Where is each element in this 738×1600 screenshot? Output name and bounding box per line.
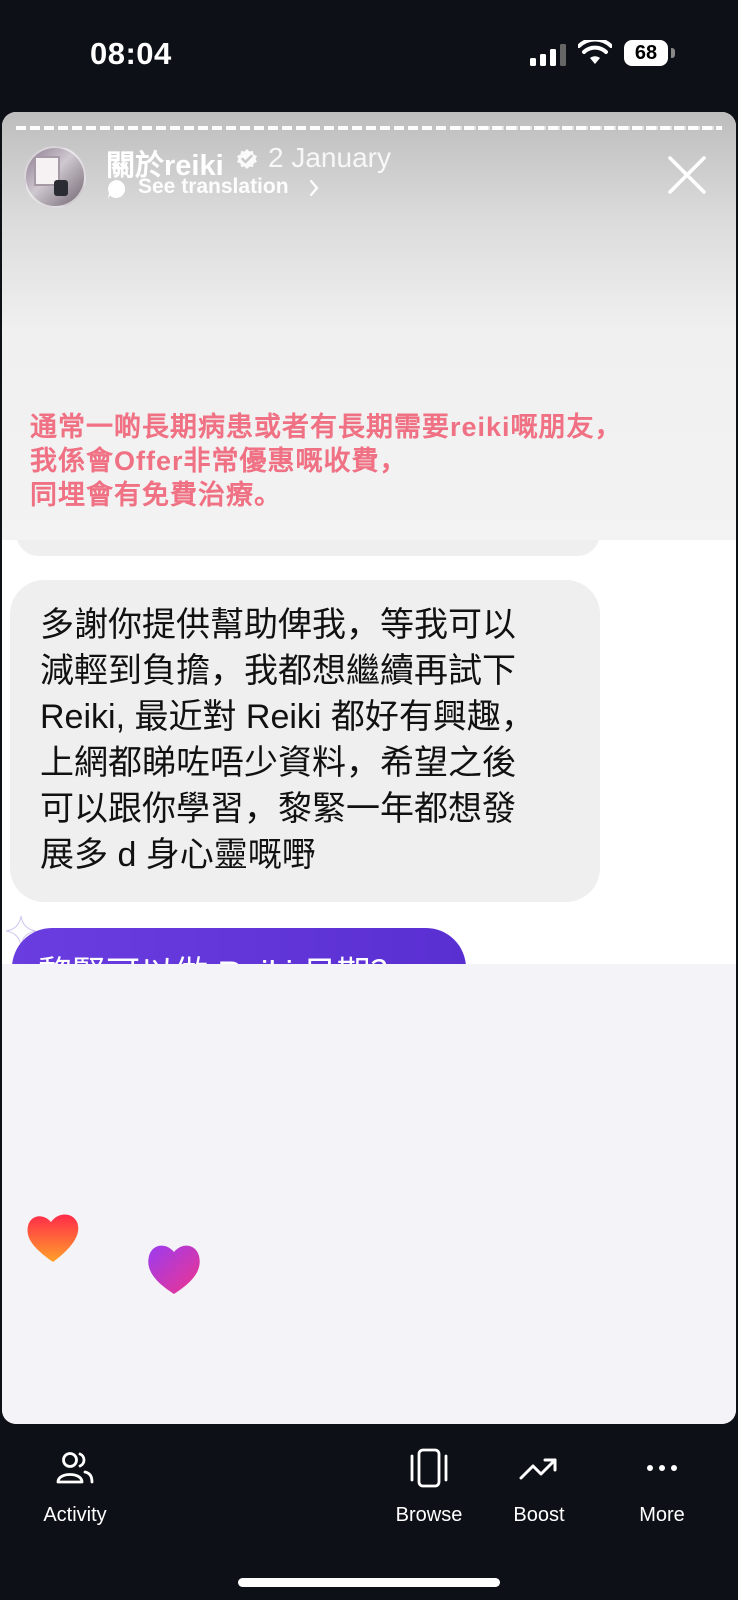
more-icon	[647, 1465, 677, 1471]
message-text: 多謝你提供幫助俾我，等我可以 減輕到負擔，我都想繼續再試下 Reiki, 最近對…	[40, 602, 590, 878]
caption-line: 我係會Offer非常優惠嘅收費，	[30, 446, 408, 476]
battery-icon: 68	[624, 40, 676, 68]
story-caption: 通常一啲長期病患或者有長期需要reiki嘅朋友， 我係會Offer非常優惠嘅收費…	[30, 410, 623, 512]
verified-badge-icon	[237, 149, 257, 169]
browse-button[interactable]: Browse	[374, 1424, 484, 1526]
battery-level: 68	[634, 42, 658, 64]
trending-up-icon	[519, 1458, 557, 1480]
sent-message-text: 黎緊可以做 Reiki 日期？	[38, 946, 404, 964]
caption-line: 通常一啲長期病患或者有長期需要reiki嘅朋友，	[30, 412, 623, 442]
chevron-right-icon	[309, 179, 319, 197]
message-line: 上網都睇咗唔少資料，希望之後	[40, 744, 516, 782]
wifi-icon	[578, 40, 612, 64]
home-indicator[interactable]	[238, 1578, 500, 1587]
post-date: 2 January	[268, 142, 391, 173]
boost-label: Boost	[513, 1504, 565, 1526]
sent-message-bubble: 黎緊可以做 Reiki 日期？	[12, 928, 466, 964]
status-bar: 08:04 68	[0, 0, 738, 110]
story-progress-remaining	[452, 126, 722, 130]
activity-button[interactable]: Activity	[20, 1424, 130, 1526]
story-blank-area	[2, 964, 736, 1424]
activity-label: Activity	[43, 1504, 107, 1526]
message-line: 多謝你提供幫助俾我，等我可以	[40, 606, 516, 644]
more-label: More	[639, 1504, 685, 1526]
avatar[interactable]	[24, 146, 86, 208]
cellular-signal-icon	[530, 44, 566, 66]
message-line: 可以跟你學習，黎緊一年都想發	[40, 790, 516, 828]
received-message-bubble: 多謝你提供幫助俾我，等我可以 減輕到負擔，我都想繼續再試下 Reiki, 最近對…	[10, 580, 600, 902]
message-line: 減輕到負擔，我都想繼續再試下	[40, 652, 516, 690]
heart-reaction-icon	[27, 1214, 79, 1262]
translate-icon	[108, 180, 126, 199]
bottom-toolbar: Activity Browse Boost More	[0, 1424, 738, 1600]
message-line: Reiki, 最近對 Reiki 都好有興趣，	[40, 698, 535, 736]
message-line: 展多 d 身心靈嘅嘢	[40, 836, 316, 874]
previous-message-bubble	[16, 540, 600, 556]
story-viewer[interactable]: 關於reiki 2 January See translation 通常一啲長期…	[2, 112, 736, 1424]
people-icon	[56, 1452, 94, 1484]
browse-icon	[410, 1448, 448, 1488]
see-translation-link[interactable]: See translation	[138, 175, 289, 199]
more-button[interactable]: More	[607, 1424, 717, 1526]
caption-line: 同埋會有免費治療。	[30, 480, 282, 510]
browse-label: Browse	[395, 1504, 463, 1526]
chat-screenshot: 多謝你提供幫助俾我，等我可以 減輕到負擔，我都想繼續再試下 Reiki, 最近對…	[2, 540, 736, 964]
heart-reaction-icon	[148, 1245, 200, 1294]
close-icon[interactable]	[664, 152, 710, 198]
boost-button[interactable]: Boost	[484, 1424, 594, 1526]
status-time: 08:04	[90, 36, 172, 71]
